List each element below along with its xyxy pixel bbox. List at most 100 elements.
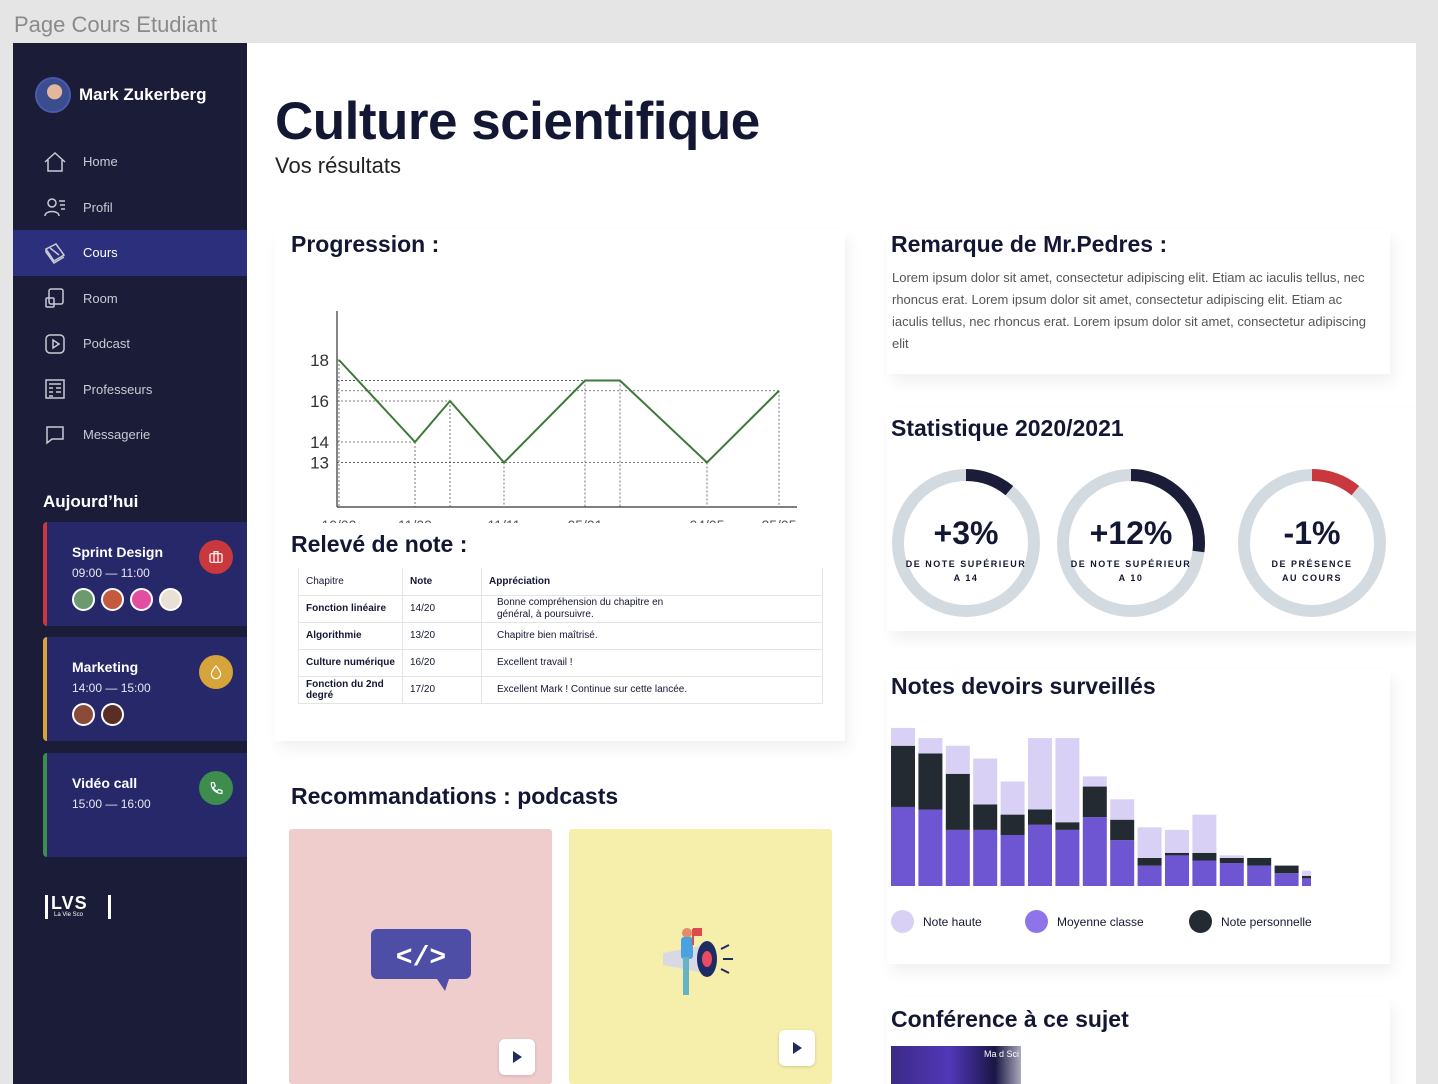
nav-item-messagerie[interactable]: Messagerie bbox=[13, 412, 247, 458]
chapter-cell: Culture numérique bbox=[298, 649, 403, 677]
svg-text:</>: </> bbox=[396, 943, 446, 974]
nav-item-label: Room bbox=[83, 290, 118, 306]
chapter-cell: Fonction linéaire bbox=[298, 595, 403, 623]
bar-segment bbox=[1110, 799, 1135, 820]
bar-segment bbox=[1082, 776, 1107, 787]
logo-subtext: La Vie Sco bbox=[54, 912, 83, 918]
nav-item-label: Podcast bbox=[83, 336, 130, 352]
bar-segment bbox=[1055, 829, 1080, 886]
nav-item-cours[interactable]: Cours bbox=[13, 230, 247, 276]
bar-segment bbox=[973, 758, 998, 805]
thumbnail-text: Ma d Sci bbox=[983, 1049, 1019, 1059]
x-tick-label: 04/05 bbox=[689, 517, 724, 523]
megaphone-icon bbox=[663, 928, 733, 995]
table-row: Fonction linéaire 14/20 Bonne compréhens… bbox=[298, 595, 823, 623]
event-card[interactable]: Sprint Design 09:00 — 11:00 bbox=[43, 522, 247, 626]
y-tick-label: 13 bbox=[310, 454, 329, 473]
user-profile[interactable]: Mark Zukerberg bbox=[35, 77, 207, 113]
event-time: 15:00 — 16:00 bbox=[72, 797, 151, 811]
avatar bbox=[130, 588, 153, 611]
progression-title: Progression : bbox=[291, 231, 440, 257]
podcast-card[interactable]: </> bbox=[289, 829, 552, 1084]
y-tick-label: 18 bbox=[310, 351, 329, 370]
stat-label-line: A 14 bbox=[953, 573, 979, 583]
bar-segment bbox=[1247, 857, 1272, 866]
bar-segment bbox=[1110, 819, 1135, 841]
bar-segment bbox=[918, 738, 943, 754]
bar-segment bbox=[1055, 822, 1080, 830]
legend-dot bbox=[1025, 910, 1048, 933]
drop-icon bbox=[199, 655, 233, 689]
nav-item-profil[interactable]: Profil bbox=[13, 185, 247, 231]
conference-title: Conférence à ce sujet bbox=[891, 1006, 1129, 1032]
bar-segment bbox=[1028, 824, 1052, 886]
homework-chart bbox=[891, 727, 1311, 886]
room-icon bbox=[45, 288, 64, 308]
event-title: Vidéo call bbox=[72, 775, 138, 791]
legend-item: Moyenne classe bbox=[1025, 910, 1144, 933]
x-tick-label: 25/05 bbox=[761, 517, 796, 523]
play-button[interactable] bbox=[779, 1030, 815, 1066]
bar-segment bbox=[1000, 835, 1025, 886]
avatar bbox=[101, 588, 124, 611]
event-card[interactable]: Marketing 14:00 — 15:00 bbox=[43, 637, 247, 741]
podcast-card[interactable] bbox=[569, 829, 832, 1084]
nav-item-label: Profil bbox=[83, 199, 113, 215]
bar-segment bbox=[891, 745, 915, 807]
nav-menu: Home Profil Cours Room Podcast Professeu… bbox=[13, 139, 247, 458]
bar-segment bbox=[891, 727, 915, 746]
logo-text: LVS bbox=[51, 893, 88, 913]
event-card[interactable]: Vidéo call 15:00 — 16:00 bbox=[43, 753, 247, 857]
code-icon: </> bbox=[371, 929, 471, 991]
bar-segment bbox=[1165, 855, 1189, 886]
x-tick-label: 10/09 bbox=[321, 517, 356, 523]
stat-label: DE PRÉSENCE AU COURS bbox=[1236, 557, 1388, 585]
podcasts-title: Recommandations : podcasts bbox=[291, 783, 619, 809]
grade-cell: 17/20 bbox=[402, 676, 482, 704]
y-tick-label: 16 bbox=[310, 392, 329, 411]
teachers-icon bbox=[45, 379, 65, 399]
nav-item-label: Cours bbox=[83, 245, 118, 261]
remark-title: Remarque de Mr.Pedres : bbox=[891, 231, 1168, 257]
grade-cell: 14/20 bbox=[402, 595, 482, 623]
grades-title: Relevé de note : bbox=[291, 531, 468, 557]
event-time: 14:00 — 15:00 bbox=[72, 681, 151, 695]
bar-segment bbox=[1028, 738, 1052, 810]
stat-label-line: DE PRÉSENCE bbox=[1271, 559, 1353, 569]
bar-segment bbox=[1302, 870, 1311, 876]
user-name: Mark Zukerberg bbox=[79, 85, 207, 104]
page-subtitle: Vos résultats bbox=[275, 153, 401, 178]
bar-segment bbox=[1137, 857, 1162, 866]
bar-segment bbox=[1165, 852, 1189, 856]
page-title: Culture scientifique bbox=[275, 92, 760, 151]
bar-segment bbox=[1000, 781, 1025, 815]
nav-item-room[interactable]: Room bbox=[13, 276, 247, 322]
home-icon bbox=[44, 151, 66, 172]
legend-item: Note personnelle bbox=[1189, 910, 1312, 933]
nav-item-label: Messagerie bbox=[83, 427, 151, 443]
avatar bbox=[72, 588, 95, 611]
conference-video-thumbnail[interactable]: Ma d Sci bbox=[891, 1046, 1021, 1084]
stat-label-line: AU COURS bbox=[1281, 573, 1342, 583]
event-title: Sprint Design bbox=[72, 544, 164, 560]
column-header: Note bbox=[402, 568, 482, 596]
legend-item: Note haute bbox=[891, 910, 982, 933]
stat-value: -1% bbox=[1283, 515, 1341, 551]
chapter-cell: Algorithmie bbox=[298, 622, 403, 650]
column-header: Appréciation bbox=[481, 568, 823, 596]
stat-value: +12% bbox=[1089, 515, 1173, 551]
nav-item-label: Professeurs bbox=[83, 381, 153, 397]
nav-item-home[interactable]: Home bbox=[13, 139, 247, 185]
bar-segment bbox=[1028, 809, 1052, 825]
play-icon bbox=[513, 1051, 522, 1063]
nav-item-podcast[interactable]: Podcast bbox=[13, 321, 247, 367]
legend-label: Moyenne classe bbox=[1057, 914, 1144, 929]
today-title: Aujourd’hui bbox=[43, 492, 139, 511]
book-icon bbox=[44, 242, 66, 264]
column-header: Chapitre bbox=[298, 568, 403, 596]
bar-segment bbox=[1137, 865, 1162, 886]
nav-item-professeurs[interactable]: Professeurs bbox=[13, 367, 247, 413]
play-button[interactable] bbox=[499, 1039, 535, 1075]
bar-segment bbox=[1110, 840, 1135, 886]
bar-segment bbox=[973, 804, 998, 830]
